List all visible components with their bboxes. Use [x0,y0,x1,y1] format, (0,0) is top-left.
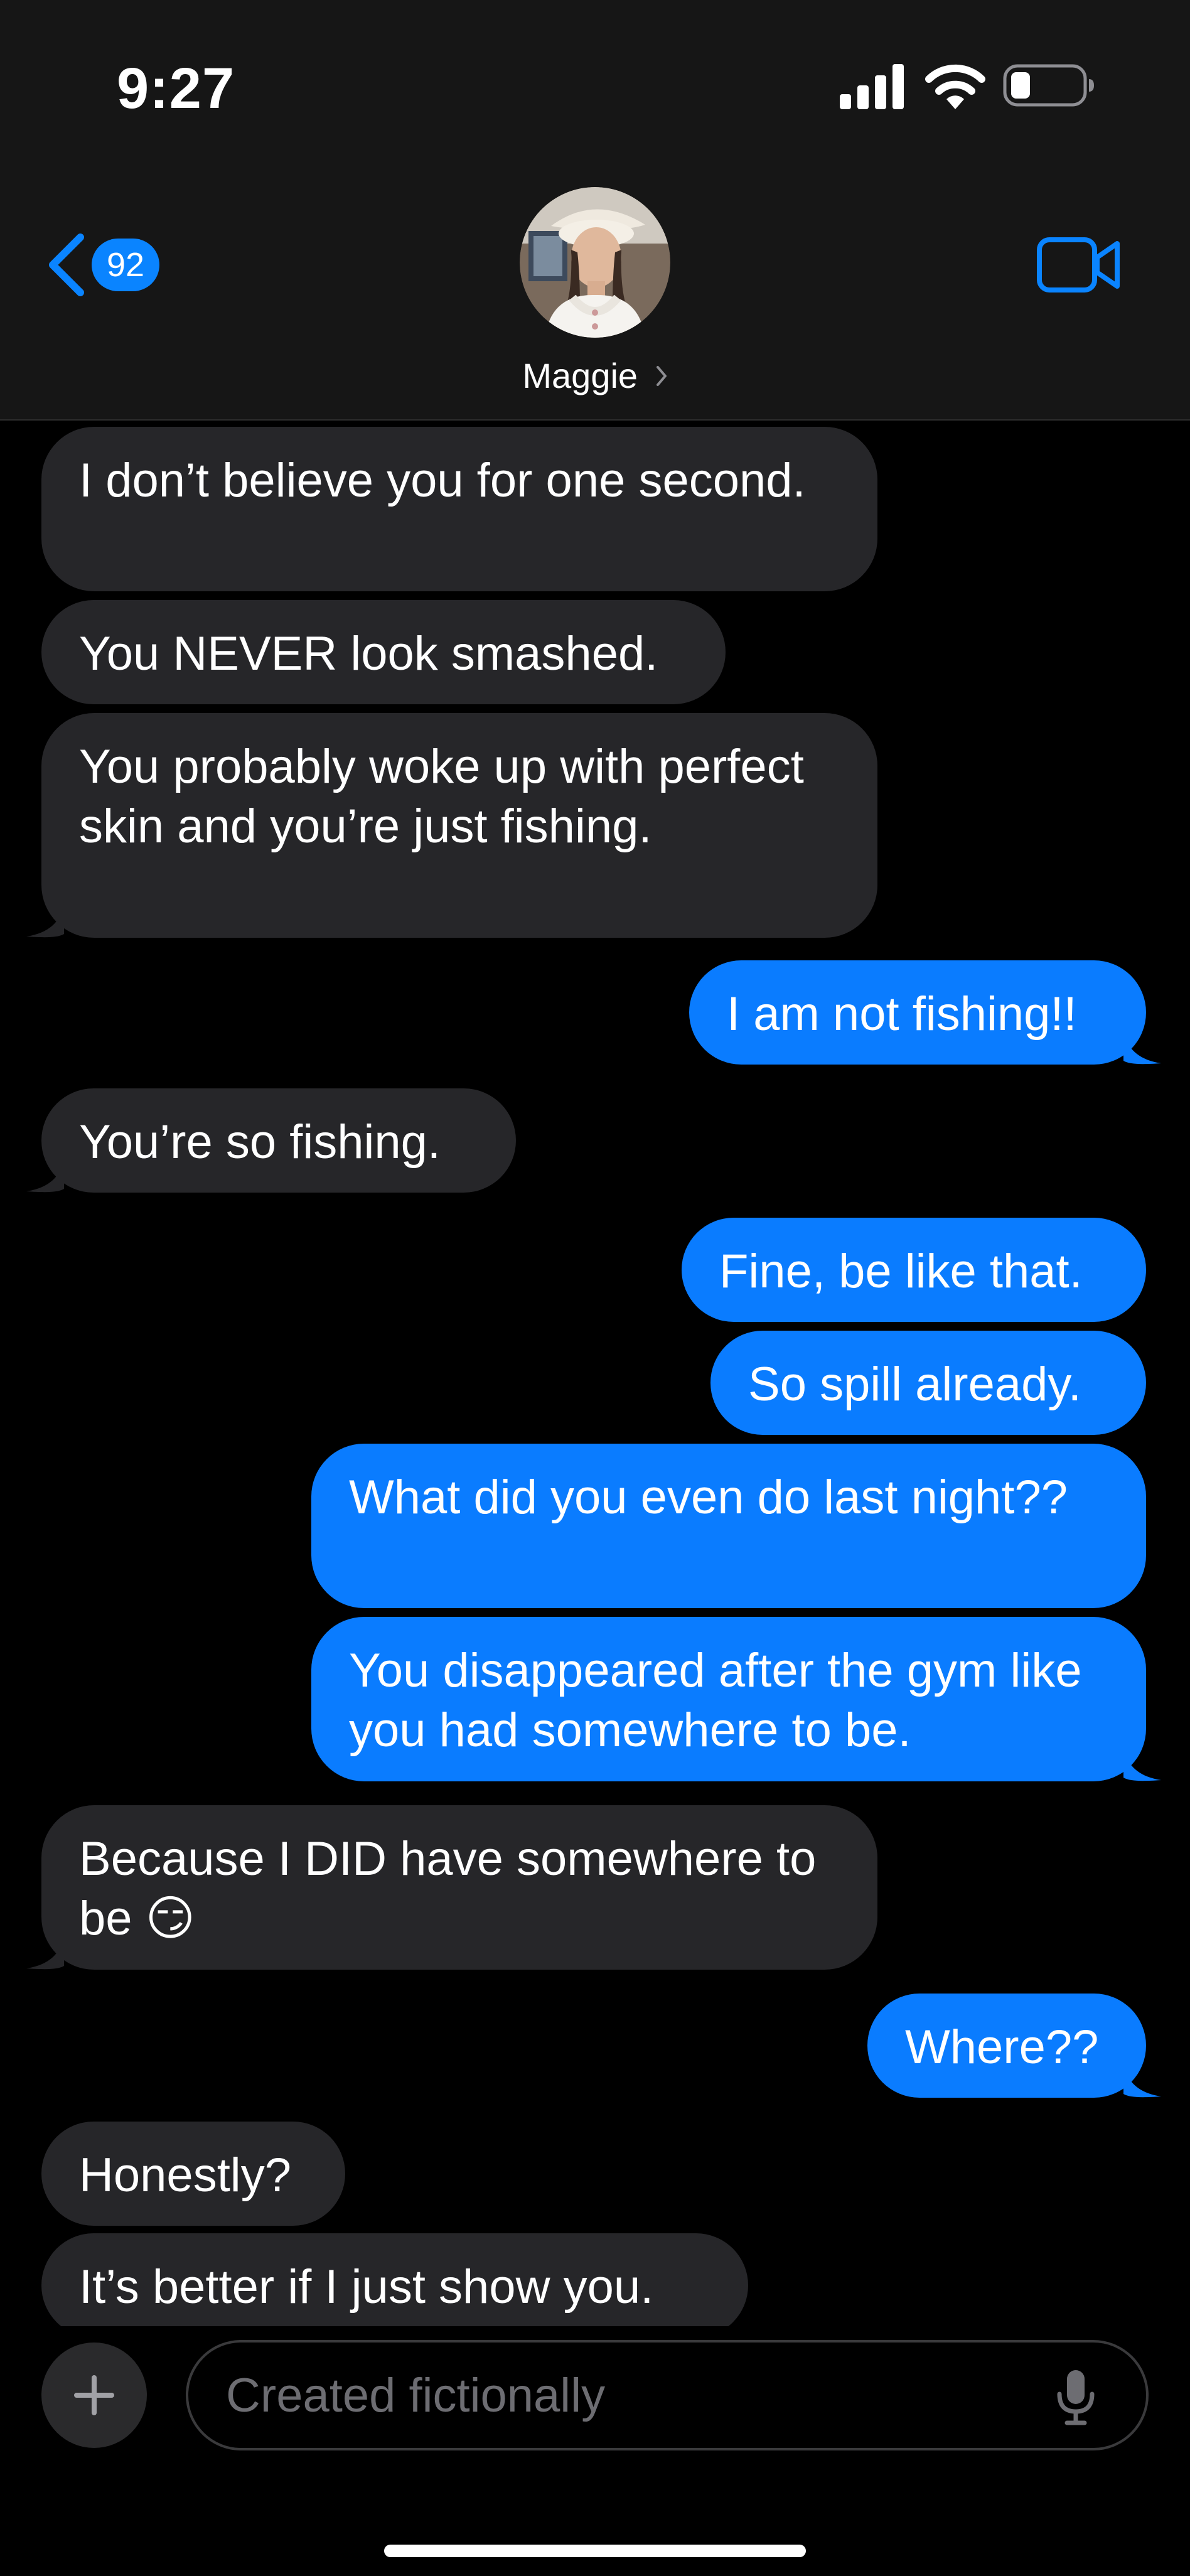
back-button[interactable]: 92 [44,227,159,303]
message-text: Where?? [905,2021,1099,2074]
video-camera-icon [1037,237,1120,292]
message-bubble-incoming[interactable]: It’s better if I just show you. [41,2233,748,2326]
bubble-tail [26,1932,64,1970]
message-composer [0,2326,1190,2576]
bubble-tail [26,900,64,938]
message-bubble-outgoing[interactable]: Where?? [867,1994,1161,2098]
avatar-photo [520,187,670,338]
message-bubble-outgoing[interactable]: So spill already. [710,1331,1146,1435]
message-bubble-incoming[interactable]: I don’t believe you for one second. [41,427,877,591]
contact-name: Maggie [522,356,638,396]
contact-name-button[interactable]: Maggie [0,352,1190,398]
message-input[interactable] [186,2340,1149,2450]
message-bubble-outgoing[interactable]: You disappeared after the gym like you h… [311,1617,1161,1781]
message-text: I am not fishing!! [727,987,1077,1041]
message-text: What did you even do last night?? [349,1471,1068,1524]
message-bubble-incoming[interactable]: You NEVER look smashed. [41,600,726,704]
plus-icon [74,2375,114,2415]
message-bubble-outgoing[interactable]: I am not fishing!! [689,960,1161,1065]
battery-icon [1003,64,1094,107]
message-text: You disappeared after the gym like you h… [349,1644,1082,1757]
bubble-tail [1123,1027,1161,1065]
message-bubble-incoming[interactable]: Honestly? [41,2122,345,2226]
status-time: 9:27 [117,56,235,121]
navigation-header: 9:27 92 Maggie [0,0,1190,421]
message-text: You NEVER look smashed. [79,627,658,680]
bubble-tail [26,1155,64,1193]
contact-avatar[interactable] [520,187,670,338]
message-text: It’s better if I just show you. [79,2260,654,2314]
message-text: Because I DID have somewhere to be 😏 [79,1832,817,1945]
cellular-signal-icon [840,64,904,109]
message-text: So spill already. [748,1358,1081,1411]
unread-count-badge: 92 [92,239,159,291]
message-bubble-incoming[interactable]: Because I DID have somewhere to be 😏 [26,1805,877,1970]
wifi-icon [925,64,985,109]
message-bubble-outgoing[interactable]: Fine, be like that. [682,1218,1146,1322]
facetime-video-button[interactable] [1037,236,1122,297]
chevron-left-icon [49,233,84,296]
message-text: Fine, be like that. [719,1245,1083,1298]
message-text: You probably woke up with perfect skin a… [79,740,804,853]
apps-plus-button[interactable] [41,2343,147,2448]
chevron-right-icon [656,366,667,387]
message-text: I don’t believe you for one second. [79,454,806,507]
message-text: Honestly? [79,2149,291,2202]
message-bubble-incoming[interactable]: You’re so fishing. [26,1088,516,1193]
dictation-button[interactable] [1054,2369,1097,2428]
home-indicator[interactable] [384,2545,806,2557]
message-bubble-incoming[interactable]: You probably woke up with perfect skin a… [26,713,877,938]
bubble-tail [1123,1744,1161,1781]
message-text: You’re so fishing. [79,1115,441,1169]
message-bubble-outgoing[interactable]: What did you even do last night?? [311,1444,1146,1608]
microphone-icon [1057,2370,1095,2425]
bubble-tail [1123,2060,1161,2098]
